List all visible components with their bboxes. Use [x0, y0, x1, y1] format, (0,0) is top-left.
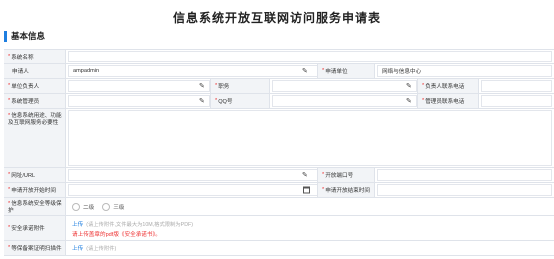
row-applicant: 申请人 ampadmin ✎ * 申请单位 网络与信息中心 [4, 64, 554, 79]
row-security-attachment: * 安全承诺附件 上传 (请上传附件,文件最大为10M,格式限制为PDF) 请上传… [4, 216, 554, 241]
radio-level-3[interactable]: 三级 [102, 202, 124, 211]
upload-link[interactable]: 上传 [72, 220, 83, 228]
row-unit-head: * 单位负责人 ✎ * 职务 ✎ * 负责人联系电话 [4, 79, 554, 94]
position-label: * 职务 [210, 79, 270, 93]
radio-circle[interactable] [72, 202, 80, 211]
admin-phone-input[interactable] [481, 95, 552, 107]
end-time-label: * 申请开放结束时间 [317, 183, 375, 197]
row-filing-scan: * 等保备案证明扫描件 上传 (请上传附件) [4, 241, 554, 256]
pencil-icon[interactable]: ✎ [406, 82, 412, 90]
purpose-textarea[interactable] [68, 110, 552, 166]
purpose-label: *信息系统用途、功能及互联网服务必要性 [4, 109, 66, 167]
pencil-icon[interactable]: ✎ [199, 97, 205, 105]
security-attachment-label: * 安全承诺附件 [4, 216, 66, 240]
applicant-unit-input[interactable]: 网络与信息中心 [377, 65, 552, 77]
upload-warning: 请上传盖章的pdf版《安全承诺书》。 [72, 232, 161, 238]
system-admin-label: * 系统管理员 [4, 94, 66, 108]
security-level-label: *信息系统安全等级保护 [4, 198, 66, 215]
start-time-input[interactable] [68, 184, 318, 196]
end-time-input[interactable] [377, 184, 552, 196]
qq-input[interactable] [272, 95, 417, 107]
filing-scan-upload-area: 上传 (请上传附件) [72, 241, 116, 255]
page-title: 信息系统开放互联网访问服务申请表 [172, 11, 381, 25]
unit-head-label: * 单位负责人 [4, 79, 66, 93]
row-purpose: *信息系统用途、功能及互联网服务必要性 [4, 109, 554, 168]
radio-level-2[interactable]: 二级 [72, 202, 94, 211]
head-phone-label: * 负责人联系电话 [417, 79, 479, 93]
application-form: * 系统名称 申请人 ampadmin ✎ * 申请单位 网络与信息中心 * 单位负责… [4, 49, 554, 256]
filing-scan-label: * 等保备案证明扫描件 [4, 241, 66, 255]
pencil-icon[interactable]: ✎ [199, 82, 205, 90]
port-input[interactable] [377, 169, 552, 181]
row-system-admin: * 系统管理员 ✎ * QQ号 ✎ * 管理员联系电话 [4, 94, 554, 109]
row-security-level: *信息系统安全等级保护 二级 三级 [4, 198, 554, 216]
row-url: * 网址/URL ✎ * 开放端口号 [4, 168, 554, 183]
start-time-label: * 申请开放开始时间 [4, 183, 66, 197]
row-time: * 申请开放开始时间 * 申请开放结束时间 [4, 183, 554, 198]
applicant-unit-label: * 申请单位 [317, 64, 375, 78]
security-attachment-upload-area: 上传 (请上传附件,文件最大为10M,格式限制为PDF) 请上传盖章的pdf版《… [72, 219, 194, 239]
pencil-icon[interactable]: ✎ [302, 67, 308, 75]
system-name-label: * 系统名称 [4, 50, 66, 63]
upload-hint: (请上传附件) [86, 246, 117, 252]
head-phone-input[interactable] [481, 80, 552, 92]
url-label: * 网址/URL [4, 168, 66, 182]
unit-head-input[interactable] [68, 80, 210, 92]
qq-label: * QQ号 [210, 94, 270, 108]
section-title: 基本信息 [11, 31, 46, 41]
row-system-name: * 系统名称 [4, 50, 554, 64]
radio-circle[interactable] [102, 202, 111, 211]
upload-hint: (请上传附件,文件最大为10M,格式限制为PDF) [86, 221, 194, 228]
port-label: * 开放端口号 [317, 168, 375, 182]
upload-link[interactable]: 上传 [72, 244, 83, 252]
section-header: 基本信息 [4, 30, 45, 42]
pencil-icon[interactable]: ✎ [406, 97, 412, 105]
section-accent-bar [4, 30, 7, 42]
position-input[interactable] [272, 80, 417, 92]
security-level-options: 二级 三级 [72, 198, 132, 215]
applicant-input[interactable]: ampadmin [68, 65, 318, 77]
system-name-input[interactable] [68, 51, 552, 62]
calendar-icon[interactable] [303, 186, 310, 194]
system-admin-input[interactable] [68, 95, 210, 107]
pencil-icon[interactable]: ✎ [302, 171, 308, 179]
applicant-label: 申请人 [4, 64, 66, 78]
url-input[interactable] [68, 169, 318, 181]
admin-phone-label: * 管理员联系电话 [417, 94, 479, 108]
